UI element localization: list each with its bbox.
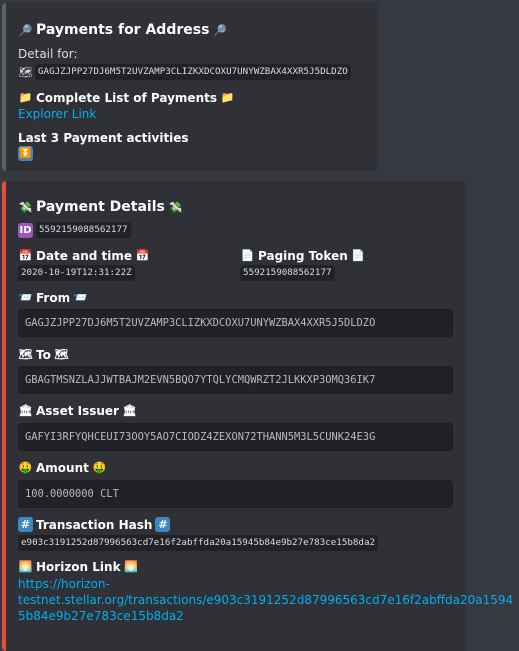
paging-token-label: 📄 Paging Token 📄 xyxy=(240,247,366,264)
magnifier-icon: 🔎 xyxy=(18,23,33,37)
to-label: 🗺 To 🗺 xyxy=(18,346,69,363)
payment-details-title-text: Payment Details xyxy=(36,199,165,215)
world-map-icon: 🗺 xyxy=(18,65,33,79)
paging-token-value: 5592159088562177 xyxy=(240,265,335,281)
horizon-link-label: 🌅 Horizon Link 🌅 xyxy=(18,558,139,575)
date-time-label-text: Date and time xyxy=(36,248,133,263)
to-value: GBAGTMSNZLAJJWTBAJM2EVN5BQO7YTQLYCMQWRZT… xyxy=(18,366,453,394)
hash-icon: # xyxy=(155,517,171,532)
transaction-hash-label: # Transaction Hash # xyxy=(18,516,171,533)
from-label: 📨 From 📨 xyxy=(18,289,88,306)
money-mouth-face-icon: 🤑 xyxy=(18,461,33,474)
bank-icon: 🏛 xyxy=(122,404,137,417)
payment-id-row: ID 5592159088562177 xyxy=(18,222,131,238)
from-value: GAGJZJPP27DJ6M5T2UVZAMP3CLIZKXDCOXU7UNYW… xyxy=(18,309,453,337)
world-map-icon: 🗺 xyxy=(18,348,33,361)
page-icon: 📄 xyxy=(351,249,366,262)
detail-for-label: Detail for: xyxy=(18,47,78,61)
payments-for-address-embed: 🔎 Payments for Address 🔎 Detail for: 🗺 G… xyxy=(2,3,378,171)
folder-icon: 📁 xyxy=(220,91,235,104)
calendar-icon: 📅 xyxy=(135,249,150,262)
detail-address: GAGJZJPP27DJ6M5T2UVZAMP3CLIZKXDCOXU7UNYW… xyxy=(35,64,351,80)
calendar-icon: 📅 xyxy=(18,249,33,262)
id-icon: ID xyxy=(18,222,33,238)
to-label-text: To xyxy=(36,347,51,362)
asset-issuer-label: 🏛 Asset Issuer 🏛 xyxy=(18,402,137,419)
asset-issuer-value: GAFYI3RFYQHCEUI73OOY5AO7CIODZ4ZEXON72THA… xyxy=(18,423,453,451)
sunrise-icon: 🌅 xyxy=(18,560,33,573)
sunrise-icon: 🌅 xyxy=(124,560,138,573)
money-with-wings-icon: 💸 xyxy=(168,200,183,214)
horizon-link-line[interactable]: https://horizon- xyxy=(18,576,458,592)
amount-label: 🤑 Amount 🤑 xyxy=(18,459,107,476)
page-icon: 📄 xyxy=(240,249,255,262)
folder-icon: 📁 xyxy=(18,91,33,104)
bank-icon: 🏛 xyxy=(18,404,33,417)
money-with-wings-icon: 💸 xyxy=(18,200,33,214)
hash-icon: # xyxy=(18,517,33,532)
amount-value: 100.0000000 CLT xyxy=(18,480,453,508)
horizon-link-label-text: Horizon Link xyxy=(36,559,121,574)
from-label-text: From xyxy=(36,290,71,305)
complete-list-title: 📁 Complete List of Payments 📁 xyxy=(18,89,235,106)
double-down-arrow-icon: ⏬ xyxy=(18,146,33,161)
money-mouth-face-icon: 🤑 xyxy=(92,461,107,474)
horizon-link-line[interactable]: testnet.stellar.org/transactions/e903c31… xyxy=(18,592,513,608)
world-map-icon: 🗺 xyxy=(54,348,69,361)
incoming-envelope-icon: 📨 xyxy=(18,291,33,304)
date-time-label: 📅 Date and time 📅 xyxy=(18,247,150,264)
date-time-value: 2020-10-19T12:31:22Z xyxy=(18,265,135,281)
transaction-hash-label-text: Transaction Hash xyxy=(36,517,153,532)
detail-address-row: 🗺 GAGJZJPP27DJ6M5T2UVZAMP3CLIZKXDCOXU7UN… xyxy=(18,64,351,80)
horizon-link-line[interactable]: 5b84e9b27e783ce15b8da2 xyxy=(18,608,458,624)
paging-token-label-text: Paging Token xyxy=(258,248,348,263)
payment-id: 5592159088562177 xyxy=(36,222,131,238)
asset-issuer-label-text: Asset Issuer xyxy=(36,403,119,418)
embed-title-text: Payments for Address xyxy=(36,22,210,38)
last-payments-label: Last 3 Payment activities xyxy=(18,130,189,145)
explorer-link[interactable]: Explorer Link xyxy=(18,107,96,121)
amount-label-text: Amount xyxy=(36,460,89,475)
complete-list-title-text: Complete List of Payments xyxy=(36,90,217,105)
payment-details-title: 💸 Payment Details 💸 xyxy=(18,197,183,217)
embed-title: 🔎 Payments for Address 🔎 xyxy=(18,20,227,40)
incoming-envelope-icon: 📨 xyxy=(73,291,88,304)
horizon-link[interactable]: https://horizon- testnet.stellar.org/tra… xyxy=(18,576,513,624)
payment-details-embed: 💸 Payment Details 💸 ID 5592159088562177 … xyxy=(2,181,513,651)
transaction-hash-value: e903c3191252d87996563cd7e16f2abffda20a15… xyxy=(18,535,379,551)
magnifier-icon: 🔎 xyxy=(213,23,227,37)
